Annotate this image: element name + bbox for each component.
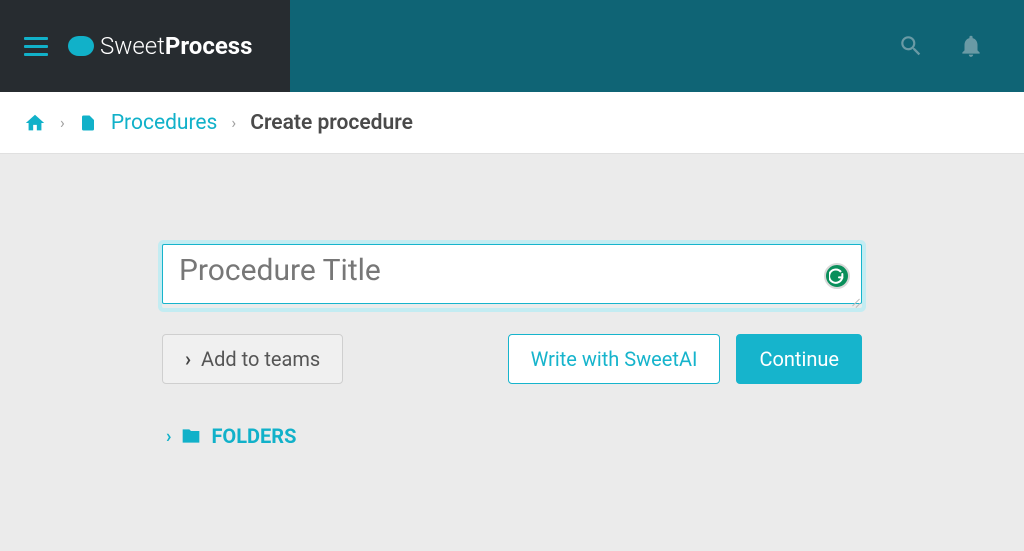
logo-mark-icon bbox=[68, 36, 94, 56]
add-to-teams-button[interactable]: › Add to teams bbox=[162, 334, 343, 384]
main-content: › Add to teams Write with SweetAI Contin… bbox=[0, 154, 1024, 448]
breadcrumb: › Procedures › Create procedure bbox=[0, 92, 1024, 154]
add-to-teams-label: Add to teams bbox=[201, 347, 320, 371]
header-left: SweetProcess bbox=[0, 0, 290, 92]
brand-logo[interactable]: SweetProcess bbox=[68, 32, 252, 60]
chevron-right-icon: › bbox=[60, 113, 65, 132]
app-header: SweetProcess bbox=[0, 0, 1024, 92]
folders-label: FOLDERS bbox=[211, 424, 296, 448]
title-input-wrap bbox=[162, 244, 862, 308]
chevron-right-icon: › bbox=[185, 347, 191, 371]
chevron-right-icon: › bbox=[166, 426, 171, 447]
bell-icon[interactable] bbox=[958, 33, 984, 59]
write-with-sweetai-button[interactable]: Write with SweetAI bbox=[508, 334, 721, 384]
folders-toggle[interactable]: › FOLDERS bbox=[162, 424, 862, 448]
chevron-right-icon: › bbox=[231, 113, 236, 132]
create-procedure-form: › Add to teams Write with SweetAI Contin… bbox=[162, 244, 862, 448]
procedure-title-input[interactable] bbox=[162, 244, 862, 304]
grammarly-icon[interactable] bbox=[824, 263, 850, 289]
header-right bbox=[290, 0, 1024, 92]
menu-icon[interactable] bbox=[24, 37, 48, 56]
brand-text: SweetProcess bbox=[100, 32, 252, 60]
resize-handle-icon[interactable] bbox=[850, 296, 860, 306]
folder-icon bbox=[179, 426, 203, 446]
continue-button[interactable]: Continue bbox=[736, 334, 862, 384]
sweetai-label: Write with SweetAI bbox=[531, 347, 698, 371]
continue-label: Continue bbox=[759, 347, 839, 371]
search-icon[interactable] bbox=[898, 33, 924, 59]
breadcrumb-procedures-link[interactable]: Procedures bbox=[111, 111, 218, 135]
button-row: › Add to teams Write with SweetAI Contin… bbox=[162, 334, 862, 384]
document-icon bbox=[79, 112, 97, 134]
home-icon[interactable] bbox=[24, 112, 46, 134]
breadcrumb-current: Create procedure bbox=[250, 111, 413, 135]
